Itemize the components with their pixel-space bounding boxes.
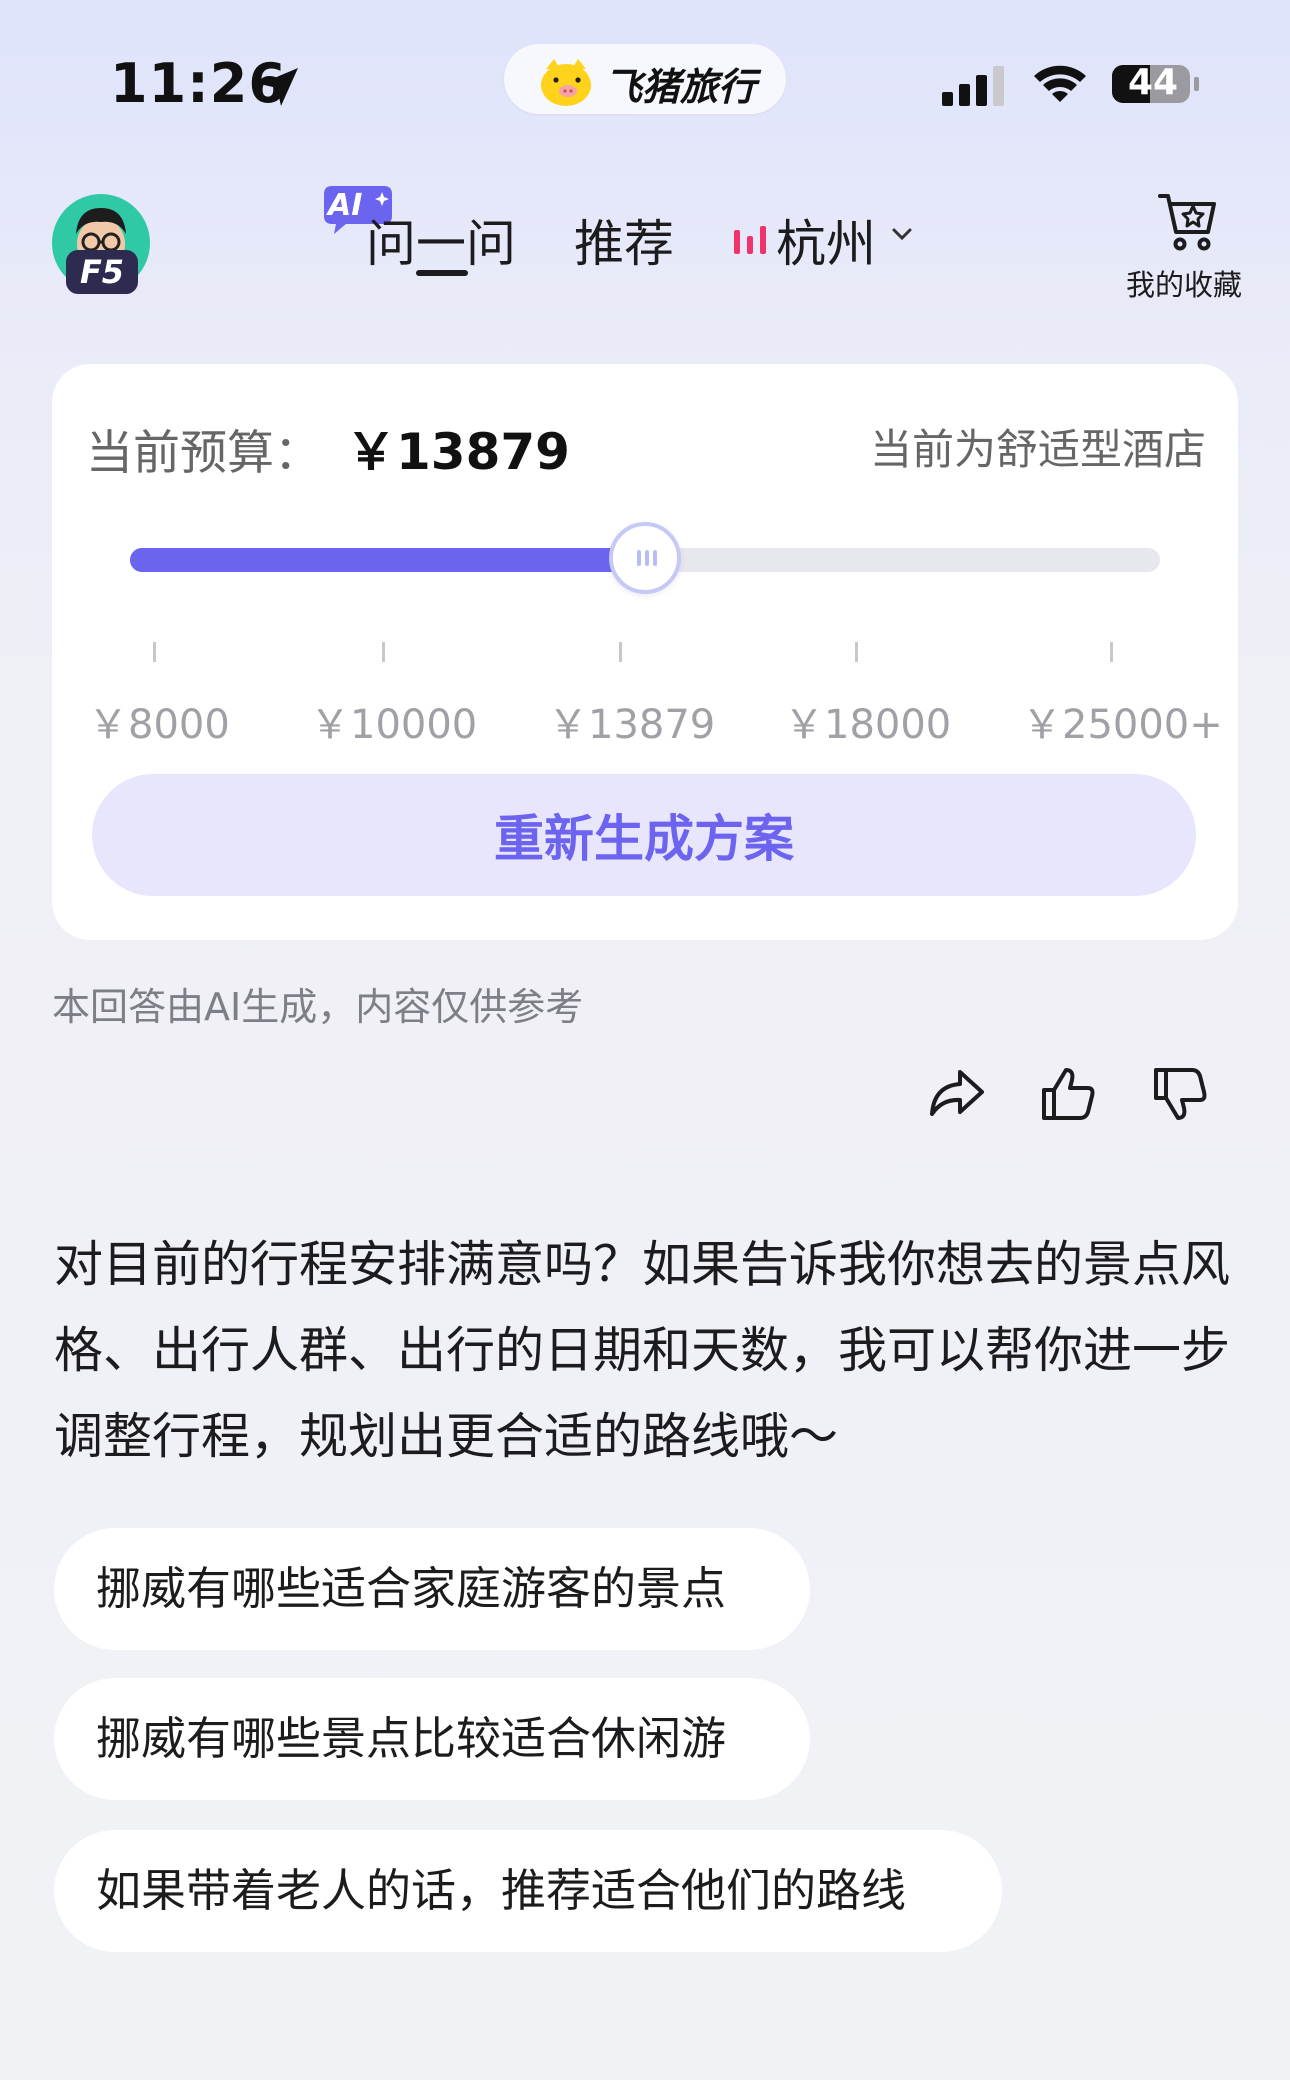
city-bars-icon (734, 226, 766, 254)
slider-tick (153, 642, 156, 662)
slider-tick (382, 642, 385, 662)
slider-tick (855, 642, 858, 662)
tick-label[interactable]: ￥18000 (784, 692, 951, 750)
location-arrow-icon (260, 68, 298, 106)
signal-icon (942, 66, 1004, 106)
active-tab-indicator (416, 270, 468, 276)
tick-label[interactable]: ￥13879 (548, 692, 715, 750)
favorites-label[interactable]: 我的收藏 (1126, 262, 1242, 304)
ai-badge-label: AI (328, 188, 363, 223)
chevron-down-icon[interactable] (890, 224, 914, 244)
avatar-badge: F5 (66, 250, 138, 294)
suggestion-chip[interactable]: 挪威有哪些景点比较适合休闲游 (54, 1678, 810, 1800)
wifi-icon (1034, 65, 1086, 102)
suggestion-chip[interactable]: 如果带着老人的话，推荐适合他们的路线 (54, 1830, 1002, 1952)
favorites-cart-icon[interactable] (1156, 190, 1220, 252)
hotel-type-label: 当前为舒适型酒店 (869, 425, 1206, 474)
tab-ask[interactable]: 问一问 (366, 204, 516, 276)
app-pill-label: 飞猪旅行 (604, 65, 757, 109)
fliggy-logo-icon (541, 59, 591, 106)
tick-label[interactable]: ￥10000 (310, 692, 477, 750)
suggestion-chip[interactable]: 挪威有哪些适合家庭游客的景点 (54, 1528, 810, 1650)
tick-label[interactable]: ￥25000+ (1022, 692, 1223, 750)
tab-recommend[interactable]: 推荐 (574, 204, 674, 276)
assistant-message: 对目前的行程安排满意吗？如果告诉我你想去的景点风格、出行人群、出行的日期和天数，… (54, 1236, 1231, 1465)
budget-value: ￥13879 (346, 423, 570, 481)
slider-tick (1110, 642, 1113, 662)
budget-slider-handle[interactable] (609, 522, 681, 594)
regenerate-plan-button[interactable]: 重新生成方案 (92, 774, 1196, 896)
tab-city[interactable]: 杭州 (776, 204, 876, 276)
budget-slider-fill (130, 548, 645, 572)
ai-disclaimer: 本回答由AI生成，内容仅供参考 (52, 985, 584, 1029)
thumbs-down-icon[interactable] (1150, 1064, 1210, 1124)
tick-label[interactable]: ￥8000 (88, 692, 230, 750)
thumbs-up-icon[interactable] (1038, 1064, 1098, 1124)
slider-tick (619, 642, 622, 662)
battery-level: 44 (1127, 62, 1179, 103)
share-icon[interactable] (926, 1064, 986, 1124)
budget-label: 当前预算： (86, 426, 321, 481)
